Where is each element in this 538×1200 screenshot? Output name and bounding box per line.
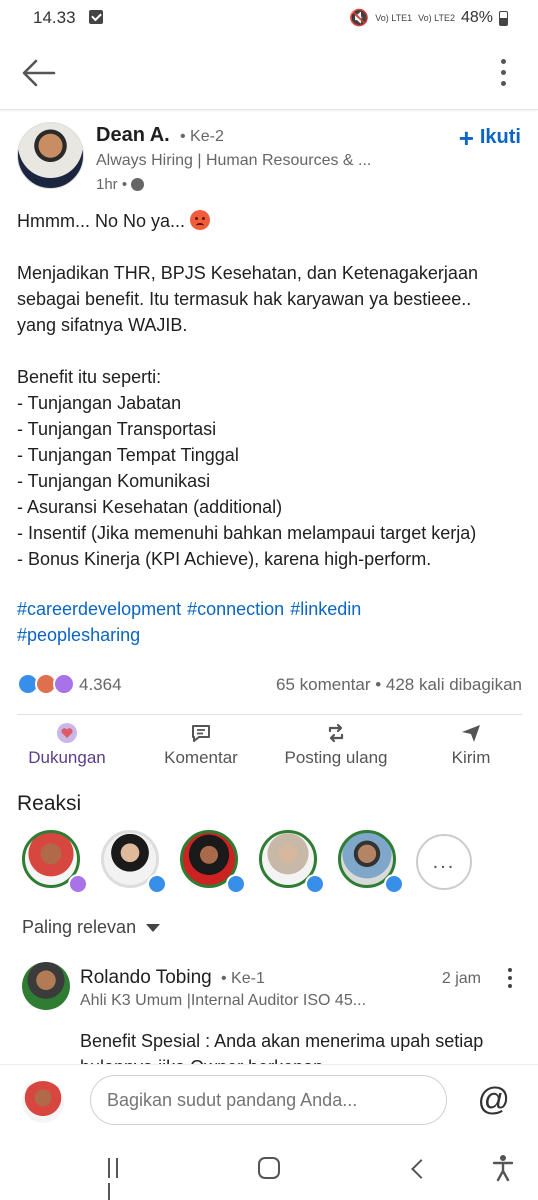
post-line: - Asuransi Kesehatan (additional) — [17, 497, 283, 517]
post-time: 1hr • — [96, 176, 145, 193]
comment-overflow-icon[interactable] — [506, 968, 514, 990]
battery-icon — [499, 10, 508, 26]
author-name[interactable]: Dean A. — [96, 124, 170, 147]
divider — [17, 714, 522, 715]
hashtag-link[interactable]: #peoplesharing — [17, 625, 140, 645]
post-body: Hmmm... No No ya... Menjadikan THR, BPJS… — [17, 208, 527, 572]
support-heart-icon — [57, 723, 77, 743]
status-right: 🔇 Vo) LTE1 Vo) LTE2 48% — [349, 8, 508, 28]
commenter-name[interactable]: Rolando Tobing — [80, 967, 212, 989]
hashtag-link[interactable]: #linkedin — [290, 599, 361, 619]
send-label: Kirim — [451, 748, 491, 767]
hashtag-link[interactable]: #connection — [187, 599, 284, 619]
caret-down-icon — [146, 923, 161, 932]
reactor-avatar[interactable] — [22, 830, 88, 894]
recent-apps-icon[interactable] — [108, 1158, 130, 1200]
like-badge-icon — [147, 874, 167, 894]
post-line: - Tunjangan Tempat Tinggal — [17, 445, 239, 465]
post-line: sebagai benefit. Itu termasuk hak karyaw… — [17, 289, 472, 309]
support-badge-icon — [68, 874, 88, 894]
follow-label: Ikuti — [479, 126, 521, 148]
repost-button[interactable]: Posting ulang — [280, 722, 392, 768]
back-arrow-icon[interactable] — [22, 58, 56, 88]
send-button[interactable]: Kirim — [444, 722, 498, 768]
post-line: Menjadikan THR, BPJS Kesehatan, dan Kete… — [17, 263, 478, 283]
comment-icon — [192, 725, 210, 742]
post-line: - Tunjangan Komunikasi — [17, 471, 211, 491]
like-badge-icon — [384, 874, 404, 894]
repost-icon — [328, 723, 344, 743]
status-bar: 14.33 🔇 Vo) LTE1 Vo) LTE2 48% — [0, 0, 538, 36]
comment-label: Komentar — [164, 748, 238, 767]
post-line — [17, 338, 527, 364]
comments-shares-count[interactable]: 65 komentar • 428 kali dibagikan — [276, 675, 522, 695]
reactions-title: Reaksi — [17, 792, 82, 815]
hashtag-link[interactable]: #careerdevelopment — [17, 599, 181, 619]
signal-lte1: Vo) LTE1 — [375, 12, 413, 23]
reaction-icons[interactable] — [17, 673, 75, 695]
author-avatar[interactable] — [17, 122, 84, 189]
action-bar: Dukungan Komentar Posting ulang Kirim — [0, 722, 538, 782]
sort-label: Paling relevan — [22, 917, 137, 937]
repost-label: Posting ulang — [284, 748, 388, 767]
like-badge-icon — [305, 874, 325, 894]
more-reactors-button[interactable]: ... — [416, 834, 472, 890]
mention-icon[interactable]: @ — [478, 1081, 510, 1118]
reactor-avatar[interactable] — [101, 830, 167, 894]
post-line: - Tunjangan Jabatan — [17, 393, 182, 413]
mute-icon: 🔇 — [349, 10, 370, 27]
comment-time: 2 jam — [441, 970, 481, 987]
commenter-degree: • Ke-1 — [221, 970, 265, 987]
compose-bar: @ — [0, 1064, 538, 1144]
post-line: Benefit itu seperti: — [17, 367, 162, 387]
post-time-text: 1hr • — [96, 176, 128, 193]
post-line: - Bonus Kinerja (KPI Achieve), karena hi… — [17, 549, 432, 569]
support-button[interactable]: Dukungan — [26, 722, 108, 768]
comment-text: Benefit Spesial : Anda akan menerima upa… — [80, 1031, 484, 1066]
notification-check-icon — [89, 10, 103, 24]
comment-input[interactable] — [90, 1075, 447, 1125]
nav-back-icon[interactable] — [411, 1159, 431, 1179]
post-line: - Insentif (Jika memenuhi bahkan melampa… — [17, 523, 477, 543]
support-label: Dukungan — [28, 748, 106, 767]
send-icon — [462, 725, 480, 742]
post-line: Hmmm... No No ya... — [17, 208, 527, 234]
system-nav-bar — [0, 1144, 538, 1200]
like-badge-icon — [226, 874, 246, 894]
overflow-menu-icon[interactable] — [498, 56, 508, 90]
post-line: - Tunjangan Transportasi — [17, 419, 217, 439]
commenter-headline: Ahli K3 Umum |Internal Auditor ISO 45... — [80, 992, 367, 1009]
battery-percent: 48% — [460, 9, 493, 26]
reactor-avatar[interactable] — [180, 830, 246, 894]
signal-lte2: Vo) LTE2 — [418, 12, 455, 23]
accessibility-icon[interactable] — [492, 1154, 514, 1182]
author-headline: Always Hiring | Human Resources & ... — [96, 152, 372, 169]
app-bar — [0, 36, 538, 110]
plus-icon: + — [458, 122, 474, 153]
follow-button[interactable]: + Ikuti — [458, 122, 521, 153]
reactor-avatar[interactable] — [259, 830, 325, 894]
post-line — [17, 234, 527, 260]
comment-button[interactable]: Komentar — [160, 722, 242, 768]
post-line: yang sifatnya WAJIB. — [17, 315, 188, 335]
reaction-count[interactable]: 4.364 — [79, 675, 122, 695]
status-time: 14.33 — [33, 8, 76, 27]
commenter-avatar[interactable] — [22, 962, 70, 1010]
reactor-avatar[interactable] — [338, 830, 404, 894]
home-icon[interactable] — [258, 1157, 280, 1179]
my-avatar — [22, 1081, 64, 1123]
social-counts: 4.364 65 komentar • 428 kali dibagikan — [17, 672, 522, 698]
support-icon — [53, 673, 75, 695]
globe-icon — [131, 178, 145, 191]
angry-face-icon — [190, 210, 211, 230]
comment-sort-dropdown[interactable]: Paling relevan — [22, 917, 161, 938]
author-degree: • Ke-2 — [180, 128, 224, 145]
hashtags: #careerdevelopment #connection #linkedin #… — [17, 596, 527, 648]
